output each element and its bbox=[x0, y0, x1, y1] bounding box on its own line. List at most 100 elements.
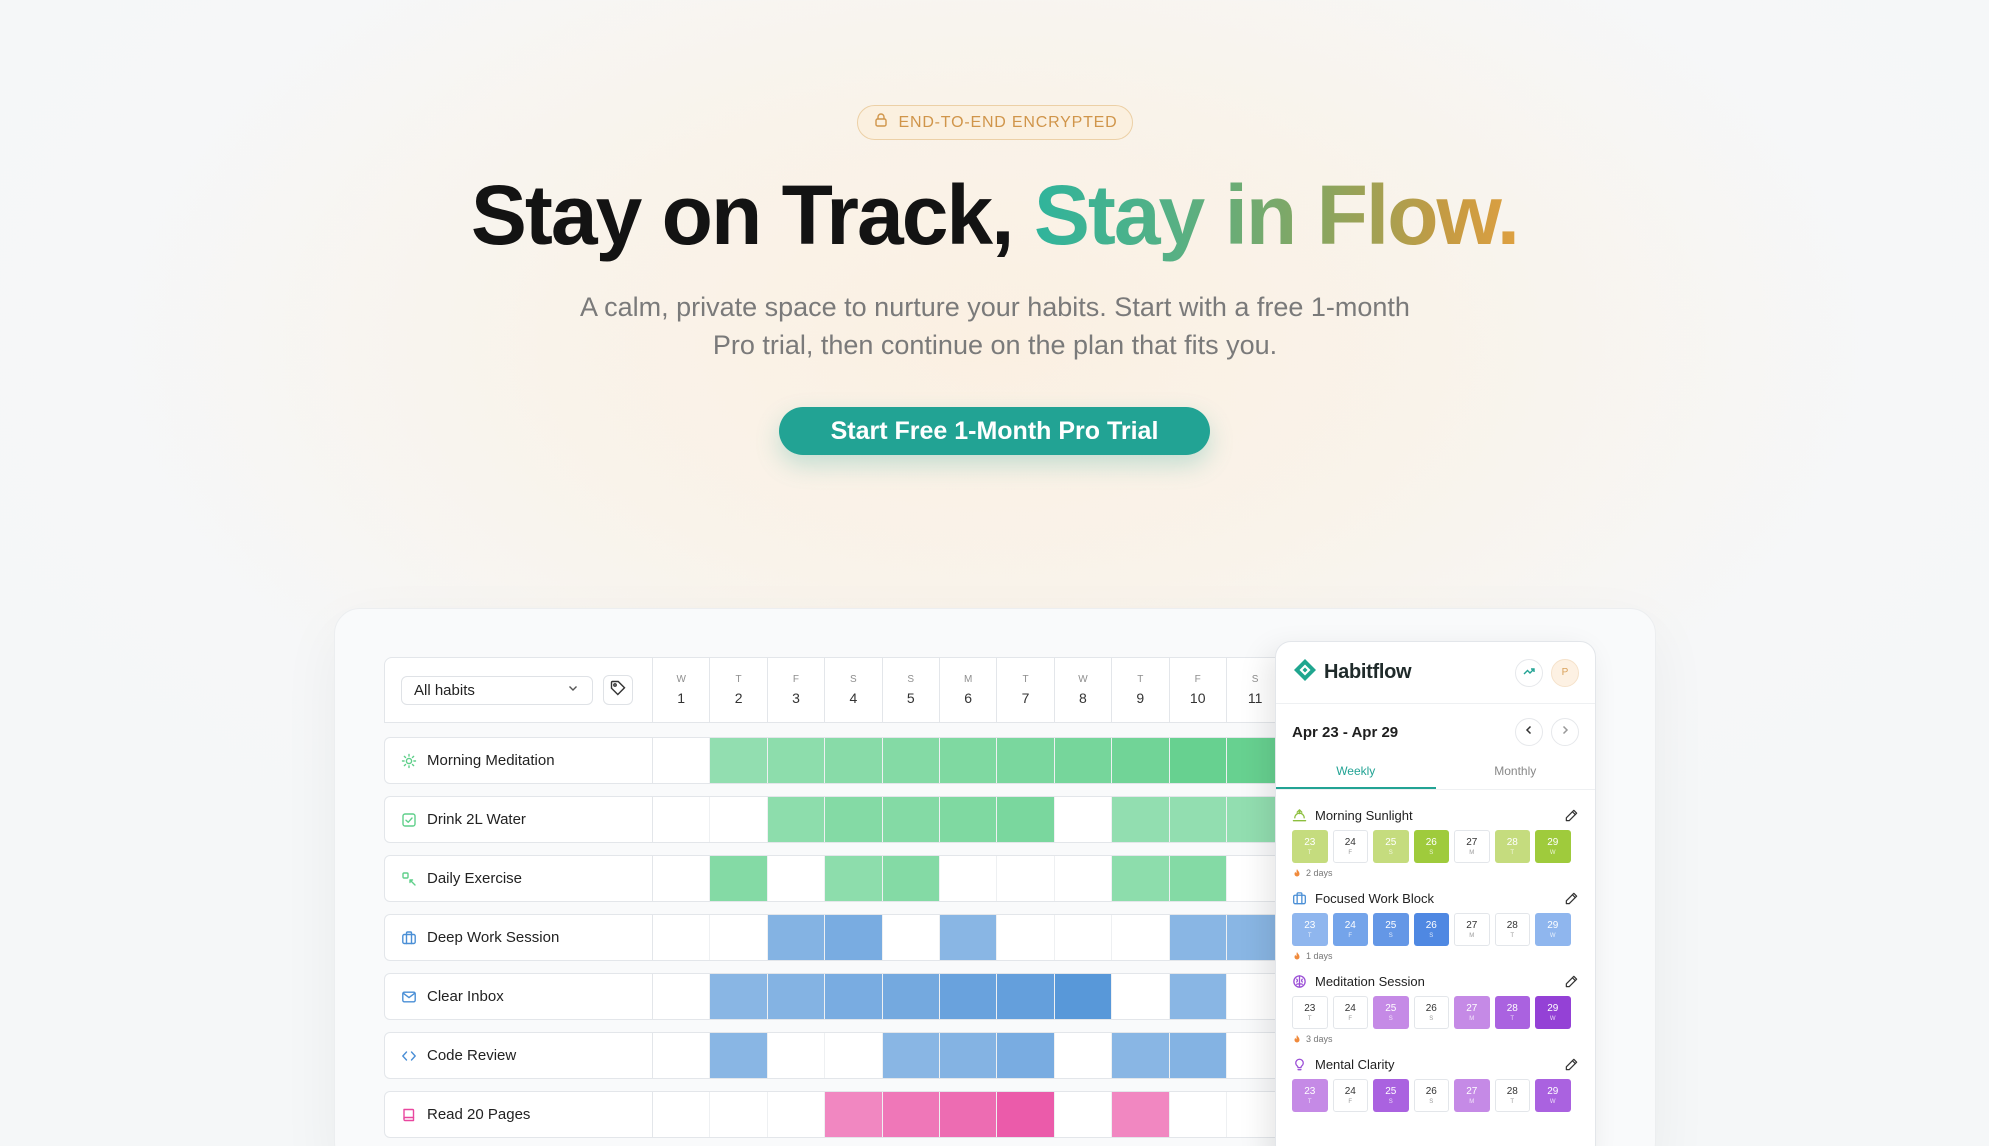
habit-day-cell[interactable] bbox=[1112, 1092, 1170, 1137]
panel-day-cell[interactable]: 23 T bbox=[1292, 830, 1328, 863]
habit-day-cell[interactable] bbox=[939, 738, 998, 783]
habit-day-cell[interactable] bbox=[1055, 797, 1113, 842]
panel-day-cell[interactable]: 28 T bbox=[1494, 913, 1530, 946]
panel-day-cell[interactable]: 24 F bbox=[1332, 913, 1368, 946]
habit-day-cell[interactable] bbox=[882, 1033, 940, 1078]
habit-day-cell[interactable] bbox=[825, 1033, 883, 1078]
habit-day-cell[interactable] bbox=[710, 856, 768, 901]
habit-day-cell[interactable] bbox=[1054, 974, 1113, 1019]
pencil-icon[interactable] bbox=[1564, 974, 1579, 989]
habit-day-cell[interactable] bbox=[710, 738, 768, 783]
habit-day-cell[interactable] bbox=[825, 797, 883, 842]
habit-day-cell[interactable] bbox=[1112, 915, 1170, 960]
habit-day-cell[interactable] bbox=[1169, 974, 1227, 1019]
avatar[interactable]: P bbox=[1551, 658, 1579, 687]
pencil-icon[interactable] bbox=[1564, 1057, 1579, 1072]
habit-day-cell[interactable] bbox=[710, 974, 768, 1019]
habit-day-cell[interactable] bbox=[1170, 1092, 1227, 1137]
tag-filter-button[interactable] bbox=[603, 675, 633, 705]
start-trial-button[interactable]: Start Free 1-Month Pro Trial bbox=[779, 407, 1210, 455]
habit-day-cell[interactable] bbox=[653, 1033, 711, 1078]
habit-day-cell[interactable] bbox=[825, 856, 883, 901]
habit-day-cell[interactable] bbox=[825, 1092, 883, 1137]
habit-day-cell[interactable] bbox=[1055, 856, 1113, 901]
habit-day-cell[interactable] bbox=[653, 915, 711, 960]
habit-name-cell[interactable]: Read 20 Pages bbox=[385, 1092, 653, 1137]
panel-day-cell[interactable]: 27 M bbox=[1454, 830, 1490, 863]
pencil-icon[interactable] bbox=[1564, 891, 1579, 906]
habit-row[interactable]: Clear Inbox bbox=[384, 973, 1384, 1020]
panel-day-cell[interactable]: 24 F bbox=[1332, 830, 1368, 863]
tab-monthly[interactable]: Monthly bbox=[1436, 760, 1596, 789]
habit-day-cell[interactable] bbox=[882, 1092, 940, 1137]
habit-row[interactable]: Code Review bbox=[384, 1032, 1384, 1079]
habit-filter-select[interactable]: All habits bbox=[401, 675, 593, 705]
habit-day-cell[interactable] bbox=[1169, 1033, 1227, 1078]
panel-day-cell[interactable]: 23 T bbox=[1292, 913, 1328, 946]
habit-day-cell[interactable] bbox=[710, 1092, 768, 1137]
panel-day-cell[interactable]: 26 S bbox=[1413, 913, 1449, 946]
habit-day-cell[interactable] bbox=[653, 738, 711, 783]
habit-day-cell[interactable] bbox=[653, 974, 711, 1019]
habit-day-cell[interactable] bbox=[1112, 1033, 1170, 1078]
habit-day-cell[interactable] bbox=[997, 856, 1055, 901]
habit-day-cell[interactable] bbox=[939, 797, 998, 842]
pencil-icon[interactable] bbox=[1564, 808, 1579, 823]
habit-row[interactable]: Morning Meditation bbox=[384, 737, 1384, 784]
panel-day-cell[interactable]: 24 F bbox=[1332, 996, 1368, 1029]
habit-day-cell[interactable] bbox=[710, 915, 768, 960]
panel-day-cell[interactable]: 28 T bbox=[1494, 830, 1530, 863]
panel-day-cell[interactable]: 23 T bbox=[1292, 1079, 1328, 1112]
habit-name-cell[interactable]: Code Review bbox=[385, 1033, 653, 1078]
habit-day-cell[interactable] bbox=[710, 1033, 768, 1078]
habit-name-cell[interactable]: Deep Work Session bbox=[385, 915, 653, 960]
panel-day-cell[interactable]: 27 M bbox=[1454, 996, 1490, 1029]
prev-week-button[interactable] bbox=[1515, 718, 1543, 746]
panel-day-cell[interactable]: 25 S bbox=[1373, 1079, 1409, 1112]
habit-row[interactable]: Deep Work Session bbox=[384, 914, 1384, 961]
habit-day-cell[interactable] bbox=[997, 738, 1055, 783]
habit-day-cell[interactable] bbox=[882, 974, 940, 1019]
panel-day-cell[interactable]: 27 M bbox=[1454, 913, 1490, 946]
habit-day-cell[interactable] bbox=[939, 1033, 998, 1078]
panel-day-cell[interactable]: 26 S bbox=[1413, 830, 1449, 863]
tab-weekly[interactable]: Weekly bbox=[1276, 760, 1436, 789]
habit-day-cell[interactable] bbox=[997, 1092, 1055, 1137]
habit-day-cell[interactable] bbox=[1112, 856, 1170, 901]
panel-day-cell[interactable]: 26 S bbox=[1413, 1079, 1449, 1112]
habit-day-cell[interactable] bbox=[825, 738, 883, 783]
habit-name-cell[interactable]: Clear Inbox bbox=[385, 974, 653, 1019]
stats-button[interactable] bbox=[1515, 658, 1543, 687]
habit-day-cell[interactable] bbox=[825, 974, 883, 1019]
habit-day-cell[interactable] bbox=[768, 1033, 826, 1078]
habit-day-cell[interactable] bbox=[768, 1092, 826, 1137]
panel-day-cell[interactable]: 26 S bbox=[1413, 996, 1449, 1029]
panel-day-cell[interactable]: 25 S bbox=[1373, 996, 1409, 1029]
habit-day-cell[interactable] bbox=[882, 856, 940, 901]
habit-day-cell[interactable] bbox=[653, 797, 711, 842]
habit-day-cell[interactable] bbox=[710, 797, 768, 842]
habit-name-cell[interactable]: Daily Exercise bbox=[385, 856, 653, 901]
habit-day-cell[interactable] bbox=[767, 738, 826, 783]
habit-day-cell[interactable] bbox=[1112, 797, 1170, 842]
habit-day-cell[interactable] bbox=[1112, 974, 1170, 1019]
habit-day-cell[interactable] bbox=[939, 1092, 998, 1137]
panel-day-cell[interactable]: 28 T bbox=[1494, 996, 1530, 1029]
panel-day-cell[interactable]: 25 S bbox=[1373, 830, 1409, 863]
habit-day-cell[interactable] bbox=[939, 974, 998, 1019]
habit-day-cell[interactable] bbox=[997, 797, 1055, 842]
next-week-button[interactable] bbox=[1551, 718, 1579, 746]
habit-day-cell[interactable] bbox=[882, 797, 940, 842]
habit-day-cell[interactable] bbox=[653, 1092, 711, 1137]
habit-name-cell[interactable]: Morning Meditation bbox=[385, 738, 653, 783]
habit-day-cell[interactable] bbox=[1055, 1033, 1113, 1078]
habit-day-cell[interactable] bbox=[1055, 915, 1113, 960]
panel-day-cell[interactable]: 28 T bbox=[1494, 1079, 1530, 1112]
habit-day-cell[interactable] bbox=[1169, 797, 1227, 842]
panel-day-cell[interactable]: 25 S bbox=[1373, 913, 1409, 946]
panel-day-cell[interactable]: 29 W bbox=[1535, 1079, 1571, 1112]
habit-day-cell[interactable] bbox=[1112, 738, 1170, 783]
habit-day-cell[interactable] bbox=[767, 915, 826, 960]
habit-day-cell[interactable] bbox=[767, 797, 826, 842]
habit-day-cell[interactable] bbox=[1169, 738, 1227, 783]
